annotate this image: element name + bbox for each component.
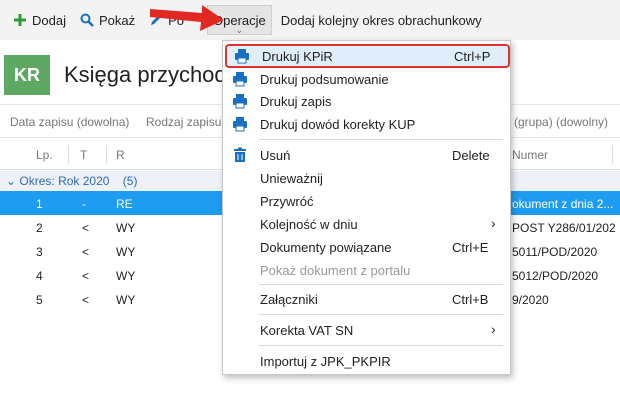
cell-r: WY bbox=[116, 293, 136, 307]
add-period-label: Dodaj kolejny okres obrachunkowy bbox=[280, 12, 482, 28]
filter-group[interactable]: (grupa) (dowolny) bbox=[514, 115, 608, 129]
chevron-right-icon: › bbox=[491, 321, 496, 337]
menu-label: Załączniki bbox=[260, 292, 318, 307]
menu-separator bbox=[259, 314, 503, 315]
cell-number: 5012/POD/2020 bbox=[512, 269, 599, 283]
menu-label: Korekta VAT SN bbox=[260, 323, 354, 338]
menu-item-related-docs[interactable]: Dokumenty powiązane Ctrl+E bbox=[223, 236, 510, 258]
menu-item-import-jpk[interactable]: Importuj z JPK_PKPIR bbox=[223, 350, 510, 372]
toolbar: Dodaj Pokaż Po Operacje ⌄ Dodaj kolejny … bbox=[0, 0, 620, 40]
menu-label: Unieważnij bbox=[260, 171, 323, 186]
menu-item-print-summary[interactable]: Drukuj podsumowanie bbox=[223, 68, 510, 90]
cell-number: 5011/POD/2020 bbox=[512, 245, 598, 259]
column-lp[interactable]: Lp. bbox=[36, 148, 53, 162]
group-count: (5) bbox=[122, 174, 138, 188]
operations-dropdown-menu: Drukuj KPiR Ctrl+P Drukuj podsumowanie D… bbox=[222, 40, 511, 375]
column-divider bbox=[106, 146, 107, 164]
cell-r: WY bbox=[116, 221, 136, 235]
filter-entry-type[interactable]: Rodzaj zapisu bbox=[146, 115, 221, 129]
filter-date[interactable]: Data zapisu (dowolna) bbox=[10, 115, 129, 129]
menu-item-print-entry[interactable]: Drukuj zapis bbox=[223, 90, 510, 112]
menu-item-delete[interactable]: Usuń Delete bbox=[223, 144, 510, 166]
cell-lp: 3 bbox=[36, 245, 43, 259]
menu-item-vat-correction[interactable]: Korekta VAT SN › bbox=[223, 319, 510, 341]
menu-label: Drukuj podsumowanie bbox=[260, 72, 389, 87]
printer-icon bbox=[232, 71, 248, 87]
cell-r: RE bbox=[116, 197, 133, 211]
cell-number: okument z dnia 2... bbox=[512, 197, 614, 211]
add-label: Dodaj bbox=[32, 12, 66, 28]
cell-t: < bbox=[82, 245, 90, 259]
cell-t: < bbox=[82, 221, 90, 235]
menu-label: Pokaż dokument z portalu bbox=[260, 263, 411, 278]
cell-t: < bbox=[82, 293, 90, 307]
menu-label: Dokumenty powiązane bbox=[260, 240, 392, 255]
column-divider bbox=[612, 146, 613, 164]
cell-t: < bbox=[82, 269, 90, 283]
cell-r: WY bbox=[116, 269, 136, 283]
column-t[interactable]: T bbox=[80, 148, 87, 162]
menu-label: Usuń bbox=[260, 148, 291, 163]
trash-icon bbox=[232, 147, 248, 163]
cell-lp: 5 bbox=[36, 293, 43, 307]
menu-shortcut: Delete bbox=[452, 148, 490, 163]
menu-shortcut: Ctrl+B bbox=[452, 292, 489, 307]
menu-item-restore[interactable]: Przywróć bbox=[223, 190, 510, 212]
add-period-button[interactable]: Dodaj kolejny okres obrachunkowy bbox=[276, 6, 487, 34]
menu-separator bbox=[259, 345, 503, 346]
menu-item-order-in-day[interactable]: Kolejność w dniu › bbox=[223, 213, 510, 235]
chevron-right-icon: › bbox=[491, 215, 496, 231]
cell-lp: 1 bbox=[36, 197, 43, 211]
printer-icon bbox=[234, 48, 250, 64]
menu-label: Drukuj zapis bbox=[260, 94, 332, 109]
arrow-pointer-icon bbox=[150, 3, 225, 36]
menu-separator bbox=[259, 284, 503, 285]
cell-lp: 4 bbox=[36, 269, 43, 283]
search-icon bbox=[80, 13, 94, 27]
cell-t: - bbox=[82, 197, 86, 211]
printer-icon bbox=[232, 93, 248, 109]
menu-label: Importuj z JPK_PKPIR bbox=[260, 354, 391, 369]
group-label: Okres: Rok 2020 bbox=[19, 174, 110, 188]
menu-item-print-correction[interactable]: Drukuj dowód korekty KUP bbox=[223, 113, 510, 135]
menu-shortcut: Ctrl+P bbox=[454, 49, 491, 64]
collapse-icon[interactable]: ⌄ bbox=[6, 174, 19, 188]
column-r[interactable]: R bbox=[116, 148, 125, 162]
cell-number: 9/2020 bbox=[512, 293, 549, 307]
menu-label: Przywróć bbox=[260, 194, 314, 209]
column-number[interactable]: Numer bbox=[512, 148, 548, 162]
menu-item-show-portal-doc: Pokaż dokument z portalu bbox=[223, 259, 510, 281]
menu-label: Drukuj dowód korekty KUP bbox=[260, 117, 416, 132]
column-divider bbox=[68, 146, 69, 164]
plus-icon bbox=[13, 13, 27, 27]
chevron-down-icon: ⌄ bbox=[235, 25, 244, 35]
menu-separator bbox=[259, 139, 503, 140]
printer-icon bbox=[232, 116, 248, 132]
menu-shortcut: Ctrl+E bbox=[452, 240, 489, 255]
add-button[interactable]: Dodaj bbox=[8, 6, 71, 34]
cell-lp: 2 bbox=[36, 221, 43, 235]
menu-label: Drukuj KPiR bbox=[262, 49, 333, 64]
menu-item-cancel[interactable]: Unieważnij bbox=[223, 167, 510, 189]
menu-item-attachments[interactable]: Załączniki Ctrl+B bbox=[223, 288, 510, 310]
menu-item-print-kpir[interactable]: Drukuj KPiR Ctrl+P bbox=[225, 44, 510, 68]
cell-r: WY bbox=[116, 245, 136, 259]
cell-number: POST Y286/01/2020 bbox=[512, 221, 616, 235]
module-badge: KR bbox=[4, 55, 50, 95]
show-button[interactable]: Pokaż bbox=[75, 6, 140, 34]
menu-label: Kolejność w dniu bbox=[260, 217, 358, 232]
show-label: Pokaż bbox=[98, 12, 136, 28]
